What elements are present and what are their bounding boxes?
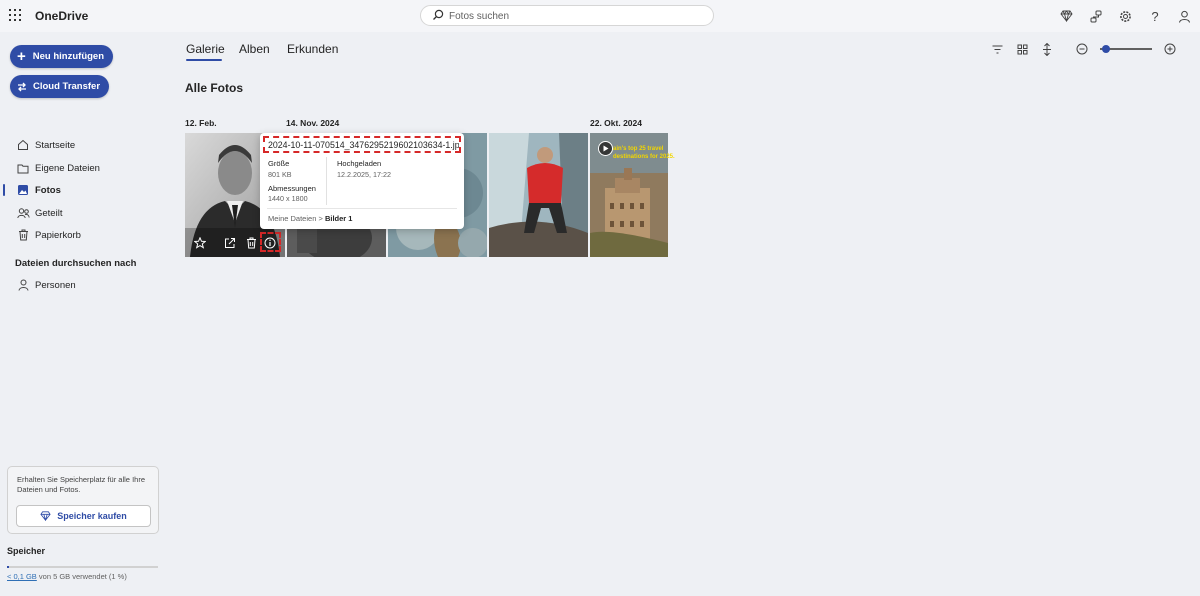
tab-albums[interactable]: Alben [239,42,270,56]
tab-explore[interactable]: Erkunden [287,42,338,56]
divider [267,208,457,209]
browse-by-heading: Dateien durchsuchen nach [15,258,137,269]
zoom-in-icon[interactable] [1163,42,1177,56]
photos-icon [16,183,30,197]
filter-icon[interactable] [990,42,1004,56]
file-name: 2024-10-11-070514_3476295219602103634-1.… [263,136,461,153]
sidebar-item-label: Eigene Dateien [35,162,100,174]
search-icon [432,9,444,24]
uploaded-label: Hochgeladen [337,159,382,168]
size-label: Größe [268,159,290,168]
storage-progress-fill [7,566,10,568]
file-info-popup: 2024-10-11-070514_3476295219602103634-1.… [260,133,464,229]
storage-used-link[interactable]: < 0,1 GB [7,572,37,581]
top-bar: OneDrive Fotos suchen ? [0,0,1200,32]
search-placeholder: Fotos suchen [449,11,510,22]
buy-storage-label: Speicher kaufen [57,511,127,521]
settings-gear-icon[interactable] [1117,8,1133,24]
sidebar-item-photos[interactable]: Fotos [0,180,170,200]
dimensions-value: 1440 x 1800 [268,194,308,203]
person-icon [16,278,30,292]
info-button-highlight [260,232,281,252]
people-icon [16,206,30,220]
zoom-out-icon[interactable] [1075,42,1089,56]
sidebar-item-recycle-bin[interactable]: Papierkorb [0,225,170,245]
home-icon [16,138,30,152]
sidebar-item-label: Geteilt [35,207,63,219]
account-icon[interactable] [1176,8,1192,24]
share-icon[interactable] [223,236,237,250]
uploaded-value: 12.2.2025, 17:22 [337,170,391,179]
active-indicator [3,184,5,196]
sidebar-item-label: Papierkorb [35,229,81,241]
size-value: 801 KB [268,170,292,179]
sidebar-item-label: Startseite [35,139,76,151]
zoom-slider-thumb[interactable] [1102,45,1110,53]
sidebar-item-label: Fotos [35,184,61,196]
sort-icon[interactable] [1040,42,1054,56]
buy-storage-button[interactable]: Speicher kaufen [16,505,151,527]
divider [326,157,327,205]
video-overlay-text: ain's top 25 travel destinations for 202… [613,145,675,161]
cloud-transfer-button[interactable]: Cloud Transfer [10,75,110,98]
play-video-icon[interactable] [598,141,613,156]
sidebar-item-shared[interactable]: Geteilt [0,203,170,223]
folder-icon [16,161,30,175]
sidebar-item-my-files[interactable]: Eigene Dateien [0,158,170,178]
storage-usage-text: < 0,1 GB von 5 GB verwendet (1 %) [7,572,127,581]
sidebar-item-home[interactable]: Startseite [0,135,170,155]
breadcrumb-separator: > [318,214,323,223]
plus-icon: + [17,48,26,65]
storage-used-text: von 5 GB verwendet (1 %) [36,572,127,581]
trash-icon [16,228,30,242]
app-title[interactable]: OneDrive [35,9,88,23]
delete-trash-icon[interactable] [244,236,258,250]
tab-gallery[interactable]: Galerie [186,42,225,56]
file-location-breadcrumb[interactable]: Meine Dateien > Bilder 1 [268,214,352,223]
date-group-label: 22. Okt. 2024 [590,118,642,128]
date-group-label: 14. Nov. 2024 [286,118,340,128]
tab-active-underline [186,59,222,61]
breadcrumb-folder[interactable]: Bilder 1 [325,214,353,223]
sidebar-item-people[interactable]: Personen [0,275,170,295]
storage-progress-bar [7,566,158,568]
premium-diamond-icon[interactable] [1058,8,1074,24]
video-overlay-line: destinations for 2025. [613,154,675,160]
favorite-star-icon[interactable] [193,236,207,250]
storage-promo-card: Erhalten Sie Speicherplatz für alle Ihre… [7,466,159,534]
storage-title: Speicher [7,546,46,556]
date-group-label: 12. Feb. [185,118,217,128]
photo-tile-climber[interactable] [489,133,588,257]
help-icon[interactable]: ? [1147,8,1163,24]
breadcrumb-root[interactable]: Meine Dateien [268,214,316,223]
diamond-icon [40,511,51,521]
sidebar-item-label: Personen [35,279,76,291]
share-link-icon[interactable] [1088,8,1104,24]
transfer-arrows-icon [17,82,27,92]
video-overlay-line: ain's top 25 travel [613,146,664,152]
promo-text: Erhalten Sie Speicherplatz für alle Ihre… [17,475,145,494]
search-input[interactable]: Fotos suchen [420,5,714,26]
dimensions-label: Abmessungen [268,184,316,193]
view-layout-icon[interactable] [1015,42,1029,56]
page-title: Alle Fotos [185,81,244,95]
app-launcher-icon[interactable] [9,9,21,21]
cloud-transfer-label: Cloud Transfer [33,81,101,92]
add-new-label: Neu hinzufügen [32,51,105,62]
add-new-button[interactable]: + Neu hinzufügen [10,45,114,68]
